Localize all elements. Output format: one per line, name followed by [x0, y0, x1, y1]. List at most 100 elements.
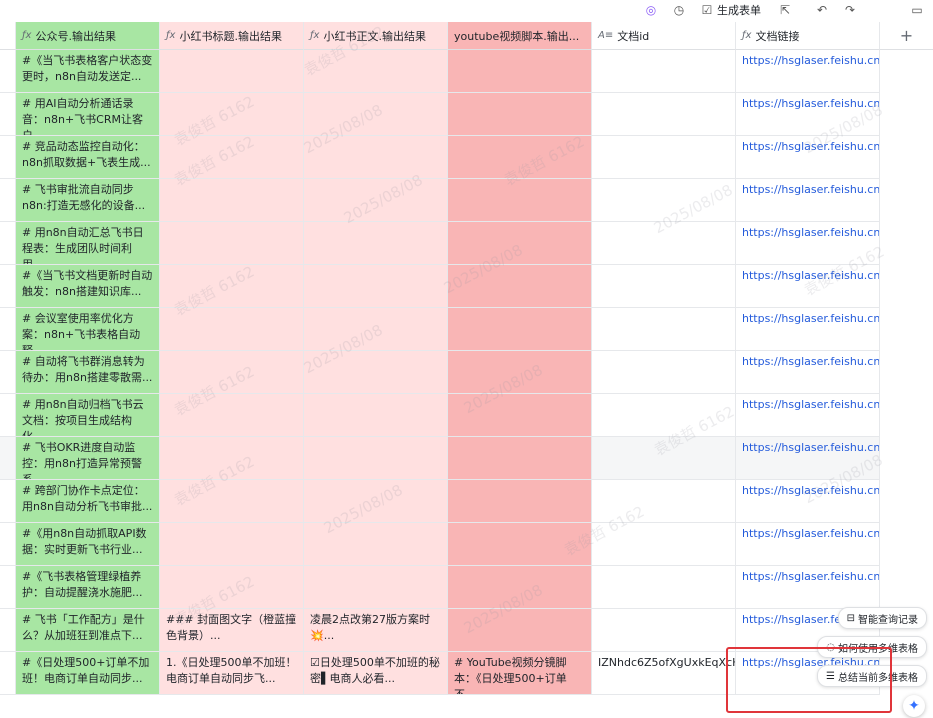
table-cell[interactable]: https://hsglaser.feishu.cn/docx/ [736, 222, 880, 265]
table-cell[interactable] [304, 136, 448, 179]
table-cell[interactable] [448, 351, 592, 394]
table-cell[interactable] [160, 50, 304, 93]
table-cell[interactable] [304, 265, 448, 308]
table-cell[interactable] [304, 566, 448, 609]
table-cell[interactable] [592, 179, 736, 222]
table-cell[interactable] [592, 609, 736, 652]
table-cell[interactable]: ☑日处理500单不加班的秘密▌电商人必看... [304, 652, 448, 695]
row-handle[interactable] [0, 265, 16, 308]
row-handle[interactable] [0, 93, 16, 136]
table-cell[interactable]: 凌晨2点改第27版方案时💥... [304, 609, 448, 652]
menu-smart-query[interactable]: ⊟ 智能查询记录 [837, 607, 927, 629]
table-cell[interactable] [160, 222, 304, 265]
table-cell[interactable]: # 用n8n自动归档飞书云文档：按项目生成结构化... [16, 394, 160, 437]
table-cell[interactable]: https://hsglaser.feishu.cn/docx/ [736, 480, 880, 523]
table-cell[interactable] [448, 265, 592, 308]
table-cell[interactable]: https://hsglaser.feishu.cn/docx/ [736, 523, 880, 566]
table-cell[interactable] [304, 179, 448, 222]
table-cell[interactable] [448, 609, 592, 652]
row-handle[interactable] [0, 136, 16, 179]
table-cell[interactable] [160, 351, 304, 394]
table-cell[interactable]: #《日处理500+订单不加班！电商订单自动同步... [16, 652, 160, 695]
table-cell[interactable]: https://hsglaser.feishu.cn/docx/ [736, 265, 880, 308]
row-handle[interactable] [0, 437, 16, 480]
share-icon[interactable]: ⇱ [778, 2, 792, 18]
table-cell[interactable] [448, 179, 592, 222]
table-cell[interactable]: https://hsglaser.feishu.cn/docx/ [736, 308, 880, 351]
table-cell[interactable]: https://hsglaser.feishu.cn/docx/ [736, 93, 880, 136]
table-cell[interactable]: # 自动将飞书群消息转为待办：用n8n搭建零散需... [16, 351, 160, 394]
table-cell[interactable]: # 竞品动态监控自动化：n8n抓取数据+飞表生成... [16, 136, 160, 179]
table-cell[interactable] [160, 523, 304, 566]
generate-form-button[interactable]: ☑ 生成表单 [700, 2, 761, 18]
table-cell[interactable] [160, 179, 304, 222]
table-cell[interactable]: https://hsglaser.feishu.cn/docx/ [736, 351, 880, 394]
table-cell[interactable] [304, 480, 448, 523]
table-cell[interactable] [592, 566, 736, 609]
row-handle[interactable] [0, 308, 16, 351]
table-cell[interactable] [592, 480, 736, 523]
table-cell[interactable] [304, 351, 448, 394]
table-cell[interactable] [592, 437, 736, 480]
table-cell[interactable]: # 用AI自动分析通话录音：n8n+飞书CRM让客户... [16, 93, 160, 136]
table-cell[interactable] [592, 222, 736, 265]
add-column-button[interactable]: + [880, 22, 933, 50]
column-header-gongzhonghao[interactable]: ƒx 公众号.输出结果 [16, 22, 160, 50]
table-cell[interactable] [448, 308, 592, 351]
table-cell[interactable]: #《当飞书文档更新时自动触发：n8n搭建知识库... [16, 265, 160, 308]
undo-icon[interactable]: ↶ [815, 2, 829, 18]
table-cell[interactable]: https://hsglaser.feishu.cn/docx/ [736, 50, 880, 93]
table-cell[interactable] [592, 93, 736, 136]
row-handle[interactable] [0, 50, 16, 93]
table-cell[interactable] [304, 50, 448, 93]
table-cell[interactable] [592, 308, 736, 351]
table-cell[interactable] [304, 437, 448, 480]
table-cell[interactable] [160, 308, 304, 351]
table-cell[interactable] [448, 480, 592, 523]
table-cell[interactable] [448, 50, 592, 93]
table-cell[interactable] [448, 437, 592, 480]
table-cell[interactable]: # 用n8n自动汇总飞书日程表：生成团队时间利用... [16, 222, 160, 265]
table-cell[interactable] [304, 222, 448, 265]
redo-icon[interactable]: ↷ [843, 2, 857, 18]
table-cell[interactable]: # YouTube视频分镜脚本：《日处理500+订单不... [448, 652, 592, 695]
table-cell[interactable] [592, 394, 736, 437]
table-cell[interactable]: # 飞书OKR进度自动监控：用n8n打造异常预警系... [16, 437, 160, 480]
table-cell[interactable]: #《当飞书表格客户状态变更时，n8n自动发送定... [16, 50, 160, 93]
column-header-xhs-body[interactable]: ƒx 小红书正文.输出结果 [304, 22, 448, 50]
table-cell[interactable] [448, 222, 592, 265]
table-cell[interactable] [592, 136, 736, 179]
ai-assistant-button[interactable]: ✦ [903, 695, 925, 717]
table-cell[interactable] [592, 50, 736, 93]
table-cell[interactable] [592, 265, 736, 308]
column-header-doc-id[interactable]: A≡ 文档id [592, 22, 736, 50]
table-cell[interactable] [160, 437, 304, 480]
row-handle[interactable] [0, 222, 16, 265]
table-cell[interactable] [448, 566, 592, 609]
table-cell[interactable] [160, 480, 304, 523]
row-handle[interactable] [0, 652, 16, 695]
row-handle[interactable] [0, 179, 16, 222]
table-cell[interactable]: # 跨部门协作卡点定位：用n8n自动分析飞书审批... [16, 480, 160, 523]
table-cell[interactable]: # 飞书审批流自动同步n8n:打造无感化的设备... [16, 179, 160, 222]
table-cell[interactable]: # 飞书「工作配方」是什么？从加班狂到准点下... [16, 609, 160, 652]
table-cell[interactable] [592, 523, 736, 566]
row-handle[interactable] [0, 609, 16, 652]
table-cell[interactable] [448, 93, 592, 136]
row-handle[interactable] [0, 480, 16, 523]
history-icon[interactable]: ◷ [672, 2, 686, 18]
table-cell[interactable]: #《飞书表格管理绿植养护：自动提醒浇水施肥... [16, 566, 160, 609]
row-handle[interactable] [0, 351, 16, 394]
table-cell[interactable]: # 会议室使用率优化方案：n8n+飞书表格自动释... [16, 308, 160, 351]
table-cell[interactable] [448, 523, 592, 566]
table-cell[interactable]: 1.《日处理500单不加班！电商订单自动同步飞... [160, 652, 304, 695]
row-handle[interactable] [0, 566, 16, 609]
table-cell[interactable] [160, 566, 304, 609]
comment-icon[interactable]: ▭ [910, 2, 924, 18]
table-cell[interactable]: https://hsglaser.feishu.cn/docx/ [736, 136, 880, 179]
table-cell[interactable] [160, 93, 304, 136]
table-cell[interactable] [160, 265, 304, 308]
table-cell[interactable]: https://hsglaser.feishu.cn/docx/ [736, 437, 880, 480]
table-cell[interactable]: https://hsglaser.feishu.cn/docx/ [736, 566, 880, 609]
table-cell[interactable] [304, 308, 448, 351]
